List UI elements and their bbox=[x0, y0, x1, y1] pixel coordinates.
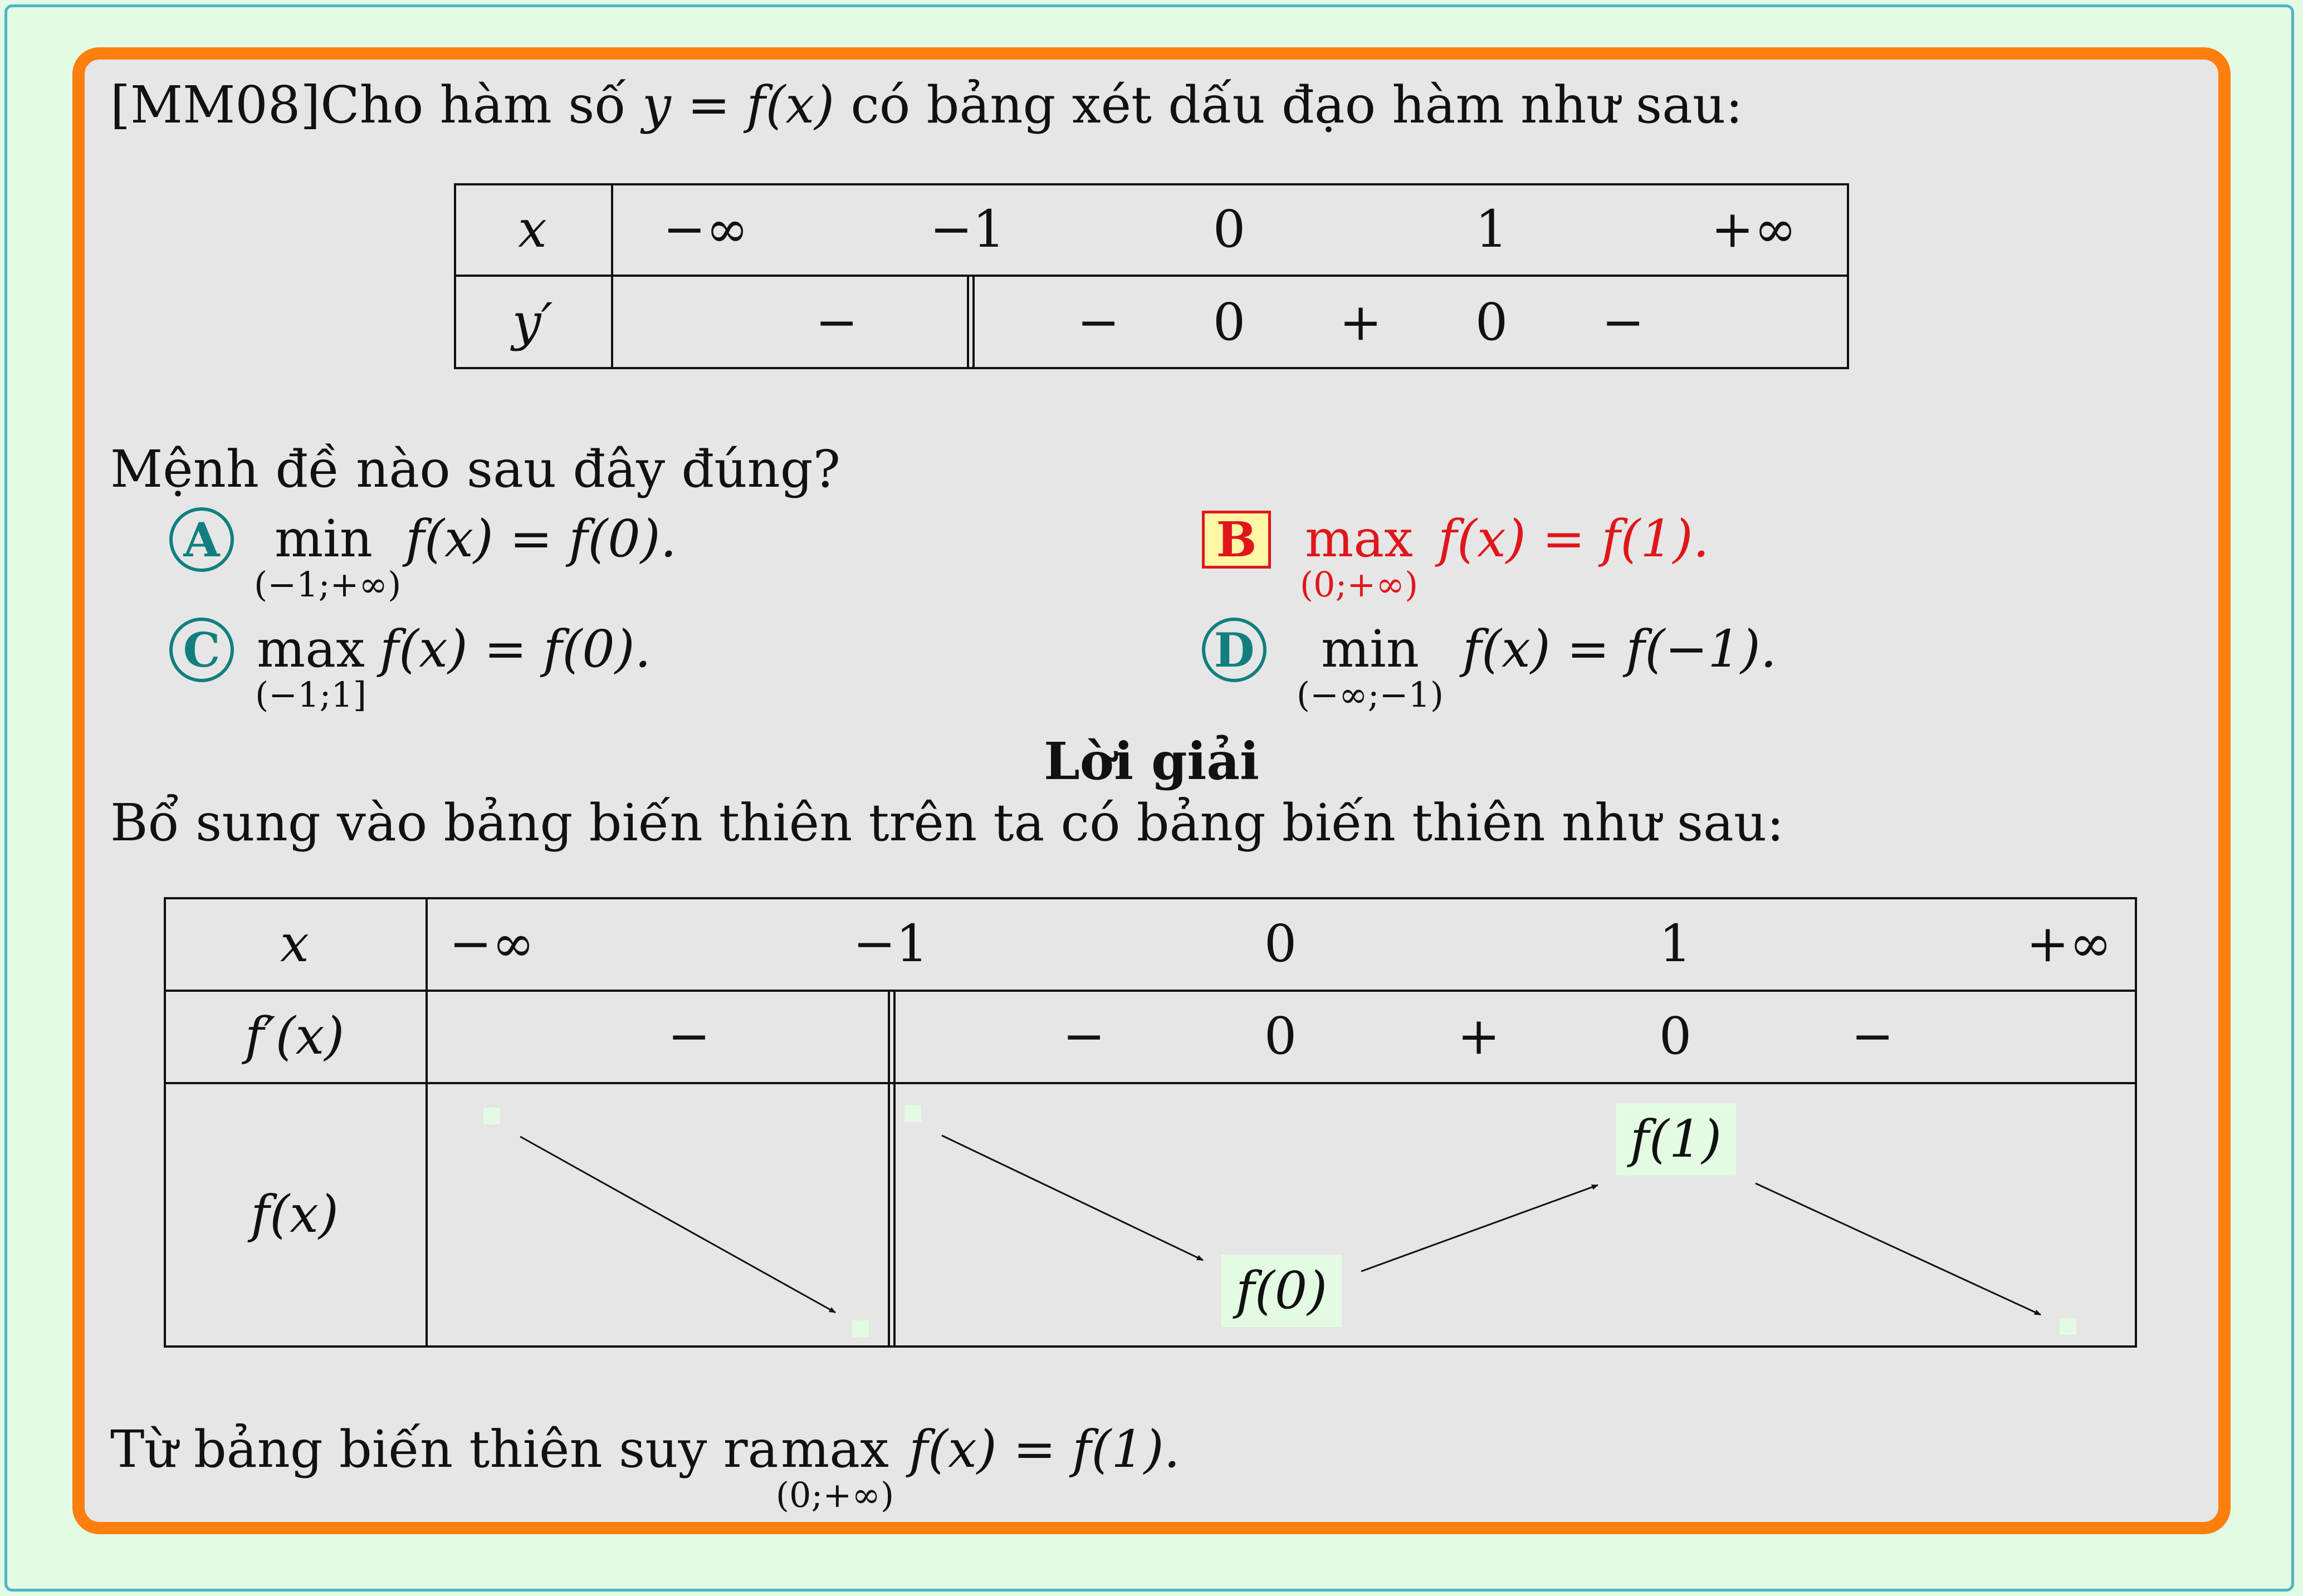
variation-arrows bbox=[520, 1134, 2041, 1316]
arrow-increase bbox=[1361, 1184, 1598, 1272]
conclusion-expr: f(x) = f(1). bbox=[909, 1419, 1180, 1479]
arrow-decrease-2 bbox=[941, 1134, 1204, 1261]
var-empty-node bbox=[2060, 1318, 2076, 1335]
var-empty-node bbox=[483, 1108, 500, 1124]
arrow-decrease-3 bbox=[1755, 1182, 2041, 1316]
var-node-f1: f(1) bbox=[1616, 1103, 1736, 1176]
var-node-f0: f(0) bbox=[1221, 1255, 1342, 1327]
conclusion-domain: (0;+∞) bbox=[775, 1475, 894, 1515]
arrow-decrease-1 bbox=[520, 1135, 836, 1314]
var-empty-node bbox=[852, 1320, 869, 1337]
question-card: [MM08]Cho hàm số y = f(x) có bảng xét dấ… bbox=[72, 47, 2231, 1534]
var-empty-node bbox=[904, 1105, 921, 1122]
conclusion-prefix: Từ bảng biến thiên suy ra bbox=[110, 1419, 779, 1479]
conclusion-op: max bbox=[781, 1419, 889, 1479]
